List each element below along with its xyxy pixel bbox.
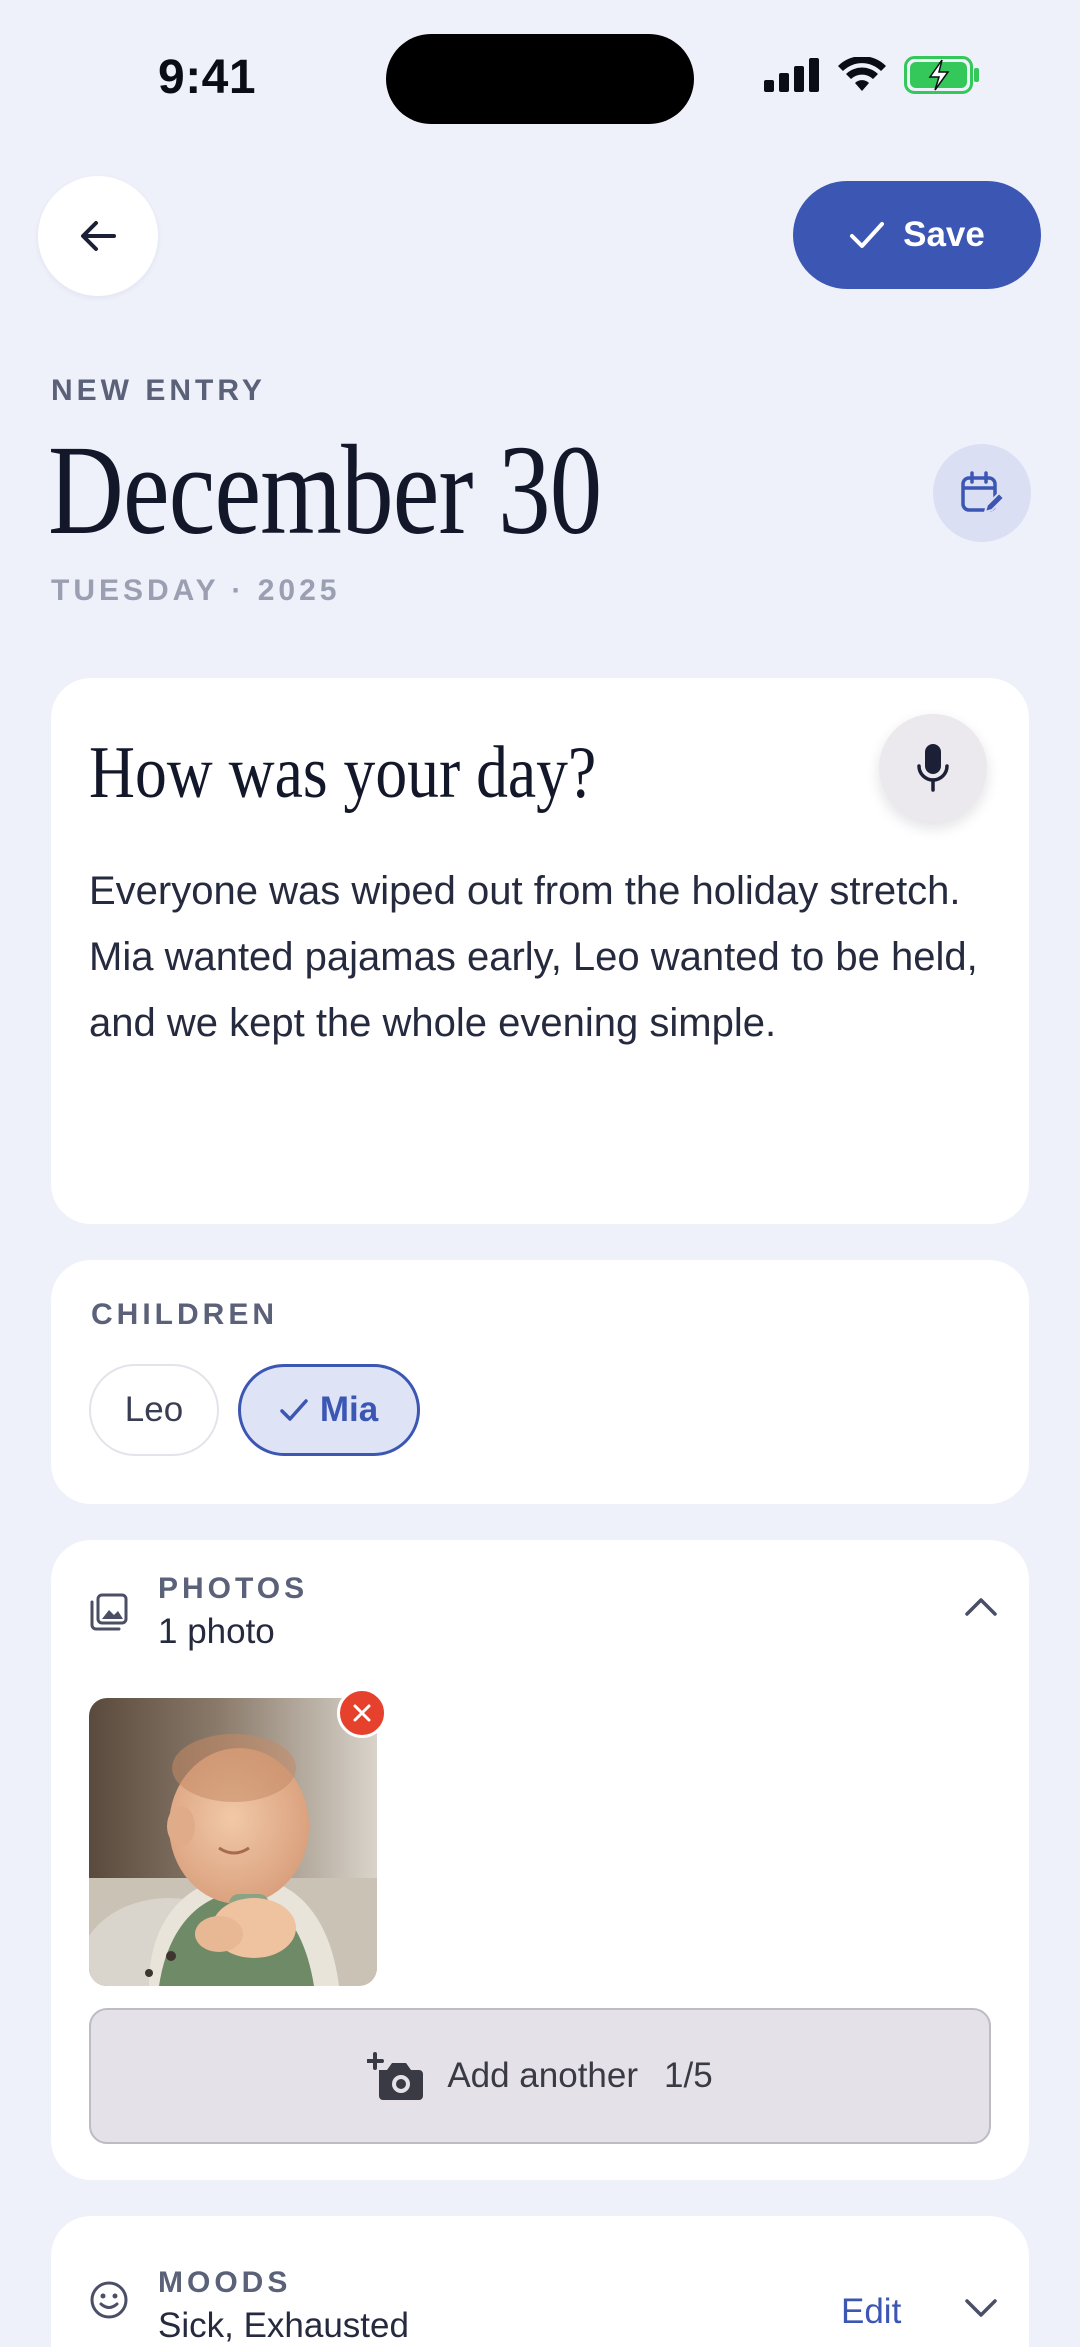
cellular-signal-icon: [764, 58, 819, 92]
child-chip-label: Leo: [124, 1390, 184, 1429]
remove-photo-button[interactable]: [337, 1688, 387, 1738]
child-chip-mia[interactable]: Mia: [238, 1364, 420, 1456]
back-button[interactable]: [38, 176, 158, 296]
photo-library-icon: [90, 1593, 128, 1631]
journal-prompt: How was your day?: [89, 732, 597, 814]
microphone-icon: [917, 744, 949, 792]
moods-label: MOODS: [158, 2266, 292, 2299]
child-chip-leo[interactable]: Leo: [89, 1364, 219, 1456]
children-card: CHILDREN Leo Mia: [51, 1260, 1029, 1504]
journal-text-area[interactable]: Everyone was wiped out from the holiday …: [89, 858, 989, 1056]
battery-charging-icon: [904, 56, 979, 94]
wifi-icon: [838, 57, 886, 91]
check-icon: [850, 222, 885, 248]
close-icon: [353, 1704, 371, 1722]
children-label: CHILDREN: [91, 1298, 278, 1331]
voice-input-button[interactable]: [879, 714, 987, 822]
smiley-icon: [90, 2281, 128, 2319]
add-photo-button[interactable]: Add another 1/5: [89, 2008, 991, 2144]
status-icons: [764, 56, 980, 94]
photo-thumbnail[interactable]: [89, 1698, 377, 1986]
moods-selected: Sick, Exhausted: [158, 2306, 409, 2345]
page-title: December 30: [48, 419, 602, 561]
entry-eyebrow: NEW ENTRY: [51, 374, 266, 407]
chevron-up-icon[interactable]: [961, 1592, 1001, 1620]
calendar-edit-icon: [961, 471, 1005, 514]
baby-photo: [89, 1698, 377, 1986]
dynamic-island: [386, 34, 694, 124]
change-date-button[interactable]: [933, 444, 1031, 542]
chevron-down-icon[interactable]: [961, 2294, 1001, 2322]
journal-card: How was your day? Everyone was wiped out…: [51, 678, 1029, 1224]
child-chip-label: Mia: [319, 1390, 379, 1429]
check-icon: [280, 1399, 308, 1421]
save-button-label: Save: [903, 215, 985, 254]
arrow-left-icon: [81, 221, 116, 251]
moods-card: MOODS Sick, Exhausted Edit: [51, 2216, 1029, 2347]
status-time: 9:41: [158, 51, 257, 104]
edit-moods-link[interactable]: Edit: [841, 2292, 901, 2332]
save-button[interactable]: Save: [793, 181, 1041, 289]
photos-count: 1 photo: [158, 1612, 275, 1651]
add-camera-icon: [367, 2052, 424, 2100]
photos-card: PHOTOS 1 photo Add another 1/5: [51, 1540, 1029, 2180]
photo-limit-counter: 1/5: [664, 2056, 713, 2095]
photos-label: PHOTOS: [158, 1572, 309, 1605]
add-photo-label: Add another: [447, 2056, 639, 2095]
new-entry-screen: 9:41 Save NEW ENTRY December 30 TUESDAY …: [0, 0, 1080, 2347]
entry-weekday-year: TUESDAY · 2025: [51, 574, 341, 607]
